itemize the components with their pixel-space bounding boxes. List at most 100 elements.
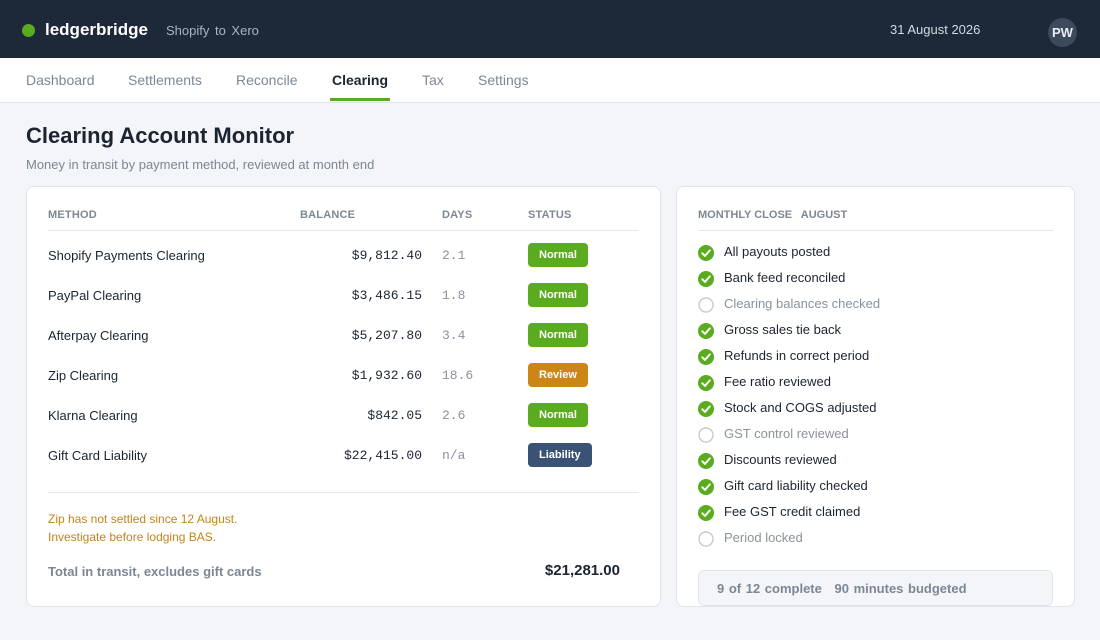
page-description: Money in transit by payment method, revi… bbox=[26, 157, 375, 172]
warning-line: Investigate before lodging BAS. bbox=[48, 530, 217, 544]
method-name: Shopify Payments Clearing bbox=[48, 248, 205, 263]
status-badge: Liability bbox=[528, 443, 592, 467]
zip-warning-note: Zip has not settled since 12 August. Inv… bbox=[48, 510, 237, 546]
header-status: STATUS bbox=[528, 209, 572, 221]
balance-value: $3,486.15 bbox=[351, 288, 422, 303]
status-badge: Normal bbox=[528, 283, 588, 307]
days-value: n/a bbox=[442, 448, 466, 463]
header-days: DAYS bbox=[442, 209, 473, 221]
method-name: PayPal Clearing bbox=[48, 288, 142, 303]
current-date: 31 August 2026 bbox=[890, 22, 981, 37]
checklist-item[interactable]: Fee ratio reviewed bbox=[698, 373, 1048, 393]
checklist-item[interactable]: Gross sales tie back bbox=[698, 321, 1048, 341]
table-row[interactable]: Gift Card Liability $22,415.00 n/a Liabi… bbox=[27, 436, 662, 476]
days-value: 2.1 bbox=[442, 248, 466, 263]
checklist-item-label: Bank feed reconciled bbox=[724, 270, 846, 285]
table-row[interactable]: Shopify Payments Clearing $9,812.40 2.1 … bbox=[27, 236, 662, 276]
total-in-transit-label: Total in transit, excludes gift cards bbox=[48, 564, 262, 579]
checklist-item[interactable]: Stock and COGS adjusted bbox=[698, 399, 1048, 419]
empty-circle-icon[interactable] bbox=[698, 531, 714, 547]
tab-reconcile[interactable]: Reconcile bbox=[236, 72, 297, 88]
brand-name[interactable]: ledgerbridge bbox=[45, 20, 148, 40]
checklist-item-label: Discounts reviewed bbox=[724, 452, 837, 467]
method-name: Klarna Clearing bbox=[48, 408, 138, 423]
tab-settlements[interactable]: Settlements bbox=[128, 72, 202, 88]
checklist-item[interactable]: Gift card liability checked bbox=[698, 477, 1048, 497]
check-circle-icon[interactable] bbox=[698, 375, 714, 391]
close-summary-bar: 9 of 12 complete 90 minutes budgeted bbox=[698, 570, 1053, 606]
balance-value: $1,932.60 bbox=[351, 368, 422, 383]
page-title: Clearing Account Monitor bbox=[26, 123, 295, 148]
tab-settings[interactable]: Settings bbox=[478, 72, 529, 88]
checklist-item[interactable]: Clearing balances checked bbox=[698, 295, 1048, 315]
tab-tax[interactable]: Tax bbox=[422, 72, 444, 88]
monthly-close-header: MONTHLY CLOSE AUGUST bbox=[698, 209, 853, 221]
header-method: METHOD bbox=[48, 209, 97, 221]
table-row[interactable]: Afterpay Clearing $5,207.80 3.4 Normal bbox=[27, 316, 662, 356]
checklist-item[interactable]: All payouts posted bbox=[698, 243, 1048, 263]
check-circle-icon[interactable] bbox=[698, 401, 714, 417]
close-header-divider bbox=[698, 230, 1053, 231]
checklist-item-label: Period locked bbox=[724, 530, 803, 545]
check-circle-icon[interactable] bbox=[698, 453, 714, 469]
table-row[interactable]: PayPal Clearing $3,486.15 1.8 Normal bbox=[27, 276, 662, 316]
checklist-item[interactable]: Fee GST credit claimed bbox=[698, 503, 1048, 523]
nav-tabs: Dashboard Settlements Reconcile Clearing… bbox=[0, 58, 1100, 103]
active-tab-indicator bbox=[330, 98, 390, 101]
balance-value: $22,415.00 bbox=[343, 448, 422, 463]
check-circle-icon[interactable] bbox=[698, 479, 714, 495]
checklist-item[interactable]: Bank feed reconciled bbox=[698, 269, 1048, 289]
header-balance: BALANCE bbox=[300, 209, 356, 221]
days-value: 18.6 bbox=[442, 368, 474, 383]
table-row[interactable]: Klarna Clearing $842.05 2.6 Normal bbox=[27, 396, 662, 436]
table-footer-divider bbox=[48, 492, 639, 493]
logo-dot-icon bbox=[22, 24, 35, 37]
total-in-transit-value: $21,281.00 bbox=[544, 562, 620, 579]
integration-subtitle: Shopify to Xero bbox=[166, 23, 259, 38]
balance-value: $5,207.80 bbox=[351, 328, 422, 343]
days-value: 1.8 bbox=[442, 288, 466, 303]
checklist-item[interactable]: GST control reviewed bbox=[698, 425, 1048, 445]
method-name: Zip Clearing bbox=[48, 368, 119, 383]
monthly-close-label: MONTHLY CLOSE bbox=[698, 209, 793, 221]
status-badge: Normal bbox=[528, 323, 588, 347]
checklist-item-label: Fee GST credit claimed bbox=[724, 504, 861, 519]
check-circle-icon[interactable] bbox=[698, 505, 714, 521]
checklist-item-label: Gross sales tie back bbox=[724, 322, 842, 337]
method-name: Gift Card Liability bbox=[48, 448, 147, 463]
empty-circle-icon[interactable] bbox=[698, 297, 714, 313]
tab-clearing[interactable]: Clearing bbox=[332, 72, 388, 88]
clearing-table-card: METHOD BALANCE DAYS STATUS Shopify Payme… bbox=[26, 186, 661, 607]
close-summary-text: 9 of 12 complete 90 minutes budgeted bbox=[717, 581, 975, 596]
user-avatar[interactable]: PW bbox=[1048, 18, 1077, 47]
checklist-item[interactable]: Refunds in correct period bbox=[698, 347, 1048, 367]
empty-circle-icon[interactable] bbox=[698, 427, 714, 443]
progress-count: 9 of 12 complete bbox=[717, 581, 822, 596]
balance-value: $9,812.40 bbox=[351, 248, 422, 263]
checklist-item-label: Stock and COGS adjusted bbox=[724, 400, 877, 415]
monthly-close-card: MONTHLY CLOSE AUGUST All payouts posted B… bbox=[676, 186, 1075, 607]
checklist-item-label: Clearing balances checked bbox=[724, 296, 881, 311]
balance-value: $842.05 bbox=[367, 408, 422, 423]
time-budget: 90 minutes budgeted bbox=[834, 581, 967, 596]
check-circle-icon[interactable] bbox=[698, 245, 714, 261]
top-bar: ledgerbridge Shopify to Xero 31 August 2… bbox=[0, 0, 1100, 58]
header-divider bbox=[48, 230, 639, 231]
checklist-item[interactable]: Discounts reviewed bbox=[698, 451, 1048, 471]
checklist-item-label: All payouts posted bbox=[724, 244, 831, 259]
checklist-item-label: Gift card liability checked bbox=[724, 478, 868, 493]
monthly-close-month: AUGUST bbox=[800, 209, 848, 221]
status-badge: Review bbox=[528, 363, 588, 387]
table-row[interactable]: Zip Clearing $1,932.60 18.6 Review bbox=[27, 356, 662, 396]
check-circle-icon[interactable] bbox=[698, 323, 714, 339]
tab-dashboard[interactable]: Dashboard bbox=[26, 72, 95, 88]
method-name: Afterpay Clearing bbox=[48, 328, 149, 343]
check-circle-icon[interactable] bbox=[698, 349, 714, 365]
warning-line: Zip has not settled since 12 August. bbox=[48, 512, 238, 526]
checklist-item-label: Fee ratio reviewed bbox=[724, 374, 831, 389]
check-circle-icon[interactable] bbox=[698, 271, 714, 287]
days-value: 2.6 bbox=[442, 408, 466, 423]
checklist-item[interactable]: Period locked bbox=[698, 529, 1048, 549]
status-badge: Normal bbox=[528, 243, 588, 267]
status-badge: Normal bbox=[528, 403, 588, 427]
